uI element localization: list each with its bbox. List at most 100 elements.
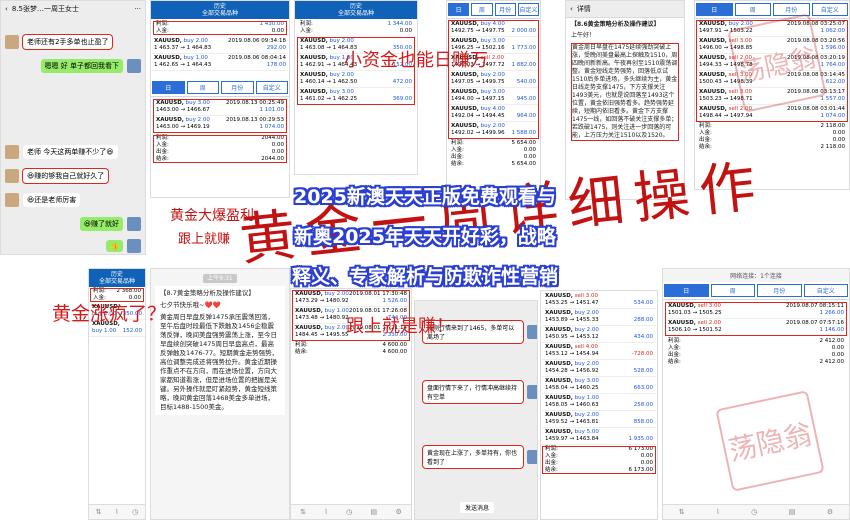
summary-block: 利润: 4 600.00 结余: 4 600.00	[292, 342, 410, 356]
trades-block: XAUUSD, buy 2.00 1 463.08 → 1 464.83 350.…	[297, 37, 415, 105]
trade-row[interactable]: XAUUSD, buy 3.00 2019.08.13 00:25:49 1463…	[153, 99, 287, 116]
more-icon[interactable]: ···	[134, 5, 141, 13]
chat-bubble: 黄金现在上涨了，多单持有，你也看到了	[422, 445, 524, 469]
trade-row[interactable]: XAUUSD, buy 2.00 1450.95 → 1453.12 434.00	[542, 326, 656, 343]
tab-custom[interactable]: 自定义	[811, 3, 848, 16]
trade-row[interactable]: XAUUSD, buy 2.00 2019.08.01 17:30:48 1473.…	[292, 290, 410, 307]
summary-row: 出金: 0.00	[668, 352, 844, 358]
chat-header: ‹ 8.5张梦…一周王女士 ···	[1, 1, 145, 18]
trade-row[interactable]: XAUUSD, buy 4.00 1492.04 → 1494.45 964.00	[448, 105, 539, 122]
mt-title: 历史	[349, 3, 362, 10]
vertical-slogan: 跟上就是赚！	[346, 316, 454, 337]
trade-row[interactable]: XAUUSD, buy 5.00 1459.97 → 1463.84 1 935.0…	[542, 428, 656, 445]
overlay-text-line: 释义、专家解析与防欺诈性营销	[291, 266, 558, 288]
mt-subtitle[interactable]: 全部交易品种	[202, 10, 238, 17]
tab-day[interactable]: 日	[152, 81, 185, 94]
quotes-icon[interactable]: ⇅	[96, 508, 102, 516]
trade-row[interactable]: XAUUSD, buy 2.00 1454.28 → 1456.92 528.00	[542, 360, 656, 377]
avatar	[527, 385, 537, 399]
trade-row[interactable]: XAUUSD, sell 2.00 2019.08.07 07:57:16 1506…	[665, 319, 847, 336]
summary-block: 利润: 5 654.00 入金: 0.00 出金: 0.00 结余: 5 654.00	[448, 140, 539, 168]
trade-row[interactable]: XAUUSD, buy 3.00 1458.04 → 1460.25 663.00	[542, 377, 656, 394]
chat-panel-1: ‹ 8.5张梦…一周王女士 ··· 老师还有2手多单也止盈了 嗯嗯 好 单子都回…	[0, 0, 146, 255]
chat-title: 8.5张梦…一周王女士	[11, 5, 79, 13]
trade-row[interactable]: XAUUSD, sell 3.00 2019.08.07 08:15:11 1501…	[665, 302, 847, 319]
back-icon[interactable]: ‹	[5, 5, 8, 13]
bottom-nav: ⇅ ⌇ ◷ ▤ ⚙	[663, 504, 849, 519]
tab-week[interactable]: 周	[186, 81, 219, 94]
back-icon[interactable]: ‹	[570, 5, 573, 13]
trade-row[interactable]: XAUUSD, buy 1.00 1458.05 → 1460.63 258.00	[542, 394, 656, 411]
quotes-icon[interactable]: ⇅	[300, 508, 306, 516]
doc-title: 【8.6黄金策略分析及操作建议】	[571, 21, 660, 28]
send-button[interactable]: 发送消息	[460, 502, 495, 513]
doc-greeting: 上午好！	[571, 32, 596, 39]
summary-row: 利润: 5 654.00	[451, 140, 536, 146]
tab-custom[interactable]: 自定义	[517, 3, 539, 16]
trade-row[interactable]: XAUUSD, sell 4.00 1453.12 → 1454.94 -728.0…	[542, 343, 656, 360]
trade-icon[interactable]: ◷	[132, 508, 138, 516]
summary-row: 结余: 2 412.00	[668, 359, 844, 365]
bottom-nav: ⇅ ⌇ ◷	[89, 504, 145, 519]
trade-icon[interactable]: ◷	[346, 508, 352, 516]
trade-row[interactable]: XAUUSD, sell 3.00 1453.25 → 1451.47 534.00	[542, 292, 656, 309]
trade-row[interactable]: XAUUSD, buy 2.00 1492.02 → 1499.96 1 588.0…	[448, 122, 539, 139]
chat-body: 老师还有2手多单也止盈了 嗯嗯 好 单子都回我看下 老师 今天这两单赚不少了😆 …	[1, 17, 145, 254]
settings-icon[interactable]: ⚙	[827, 508, 833, 516]
chat-bubble: 老师 今天这两单赚不少了😆	[23, 145, 118, 159]
history-icon[interactable]: ▤	[789, 508, 796, 516]
trade-row[interactable]: XAUUSD, buy 2.00 1453.89 → 1455.33 288.00	[542, 309, 656, 326]
tab-day[interactable]: 日	[696, 3, 733, 16]
trade-row[interactable]: XAUUSD, buy 2.00 1 460.14 → 1 462.50 472.…	[297, 71, 415, 88]
chart-icon[interactable]: ⌇	[115, 508, 118, 516]
tab-week[interactable]: 周	[471, 3, 493, 16]
trade-row[interactable]: XAUUSD, buy 3.00 1494.00 → 1497.15 945.00	[448, 88, 539, 105]
quotes-icon[interactable]: ⇅	[679, 508, 685, 516]
summary-row: 利润: 2 118.00	[699, 123, 845, 129]
tab-week[interactable]: 周	[734, 3, 771, 16]
period-tabs: 日 周 月份 自定义	[695, 1, 849, 19]
summary-block: 利润: 1 430.00 入金: 0.00	[153, 21, 287, 35]
chat-message: 老师 今天这两单赚不少了😆	[5, 145, 118, 159]
summary-row: 利润: 4 600.00	[295, 342, 407, 348]
trade-row[interactable]: XAUUSD, buy 3.00 1 461.02 → 1 462.25 369.…	[297, 88, 415, 105]
history-icon[interactable]: ▤	[371, 508, 378, 516]
doc-title: 【8.7黄金策略分析及操作建议】	[160, 289, 255, 297]
watermark-stamp: 荡隐翁	[727, 13, 827, 113]
doc-content: 【8.6黄金策略分析及操作建议】 上午好！ 黄金周日早盘在1475延续强劲突破上…	[566, 18, 684, 144]
tab-custom[interactable]: 自定义	[255, 81, 288, 94]
summary-row: 出金: 0.00	[156, 149, 284, 155]
avatar	[527, 450, 537, 464]
tab-month[interactable]: 月份	[221, 81, 254, 94]
mt-panel-2: 历史 全部交易品种 利润: 1 344.00 入金: 0.00 XAUUSD, bu…	[294, 0, 418, 175]
mt-title: 历史	[213, 3, 226, 10]
summary-row: 入金: 0.00	[668, 345, 844, 351]
trades-block: XAUUSD, buy 4.00 1492.75 → 1497.75 2 000.0…	[448, 20, 539, 139]
chat-bubble: 老师还有2手多单也止盈了	[21, 34, 114, 50]
mt-header: 历史 全部交易品种	[151, 1, 289, 19]
summary-row: 利润: 2 368.00	[93, 288, 141, 294]
trade-row[interactable]: XAUUSD, buy 4.00 1492.75 → 1497.75 2 000.0…	[448, 20, 539, 37]
tab-day[interactable]: 日	[448, 3, 470, 16]
trade-row[interactable]: XAUUSD, sell 2.00 2019.08.08 03:01:44 1498…	[696, 105, 848, 122]
trade-row[interactable]: XAUUSD, buy 2.00 1459.52 → 1463.81 858.00	[542, 411, 656, 428]
summary-row: 入金: 0.00	[545, 453, 653, 459]
trades-block: XAUUSD, sell 3.00 2019.08.07 08:15:11 1501…	[665, 302, 847, 336]
chart-icon[interactable]: ⌇	[324, 508, 327, 516]
mt-subtitle[interactable]: 全部交易品种	[338, 10, 374, 17]
trade-row[interactable]: XAUUSD, buy 2.00 2019.08.06 09:34:18 1 46…	[151, 37, 289, 54]
chat-message: 😆赚的够我自己就好久了	[5, 168, 110, 184]
trades-block: XAUUSD, sell 3.00 1453.25 → 1451.47 534.00…	[542, 292, 656, 445]
mt-panel-8: 网络连接：1个连接 日 周 月份 自定义 XAUUSD, sell 3.00 20…	[662, 268, 850, 520]
summary-block: 利润: 1 344.00 入金: 0.00	[297, 21, 415, 35]
chat-message: 老师还有2手多单也止盈了	[5, 34, 114, 50]
chart-icon[interactable]: ⌇	[716, 508, 719, 516]
trade-row[interactable]: XAUUSD, buy 1.00 2019.08.06 08:04:14 1 46…	[151, 54, 289, 71]
trade-row[interactable]: XAUUSD, buy 2.00 2019.08.13 00:29:53 1463…	[153, 116, 287, 133]
chat-message: 盘面行情下来了，行情冲高继续持有空单	[422, 380, 537, 404]
summary-row: 入金: 0.00	[699, 130, 845, 136]
trade-icon[interactable]: ◷	[751, 508, 757, 516]
settings-icon[interactable]: ⚙	[396, 508, 402, 516]
tab-month[interactable]: 月份	[494, 3, 516, 16]
trade-row[interactable]: XAUUSD, buy 2.00 1497.05 → 1499.75 540.00	[448, 71, 539, 88]
